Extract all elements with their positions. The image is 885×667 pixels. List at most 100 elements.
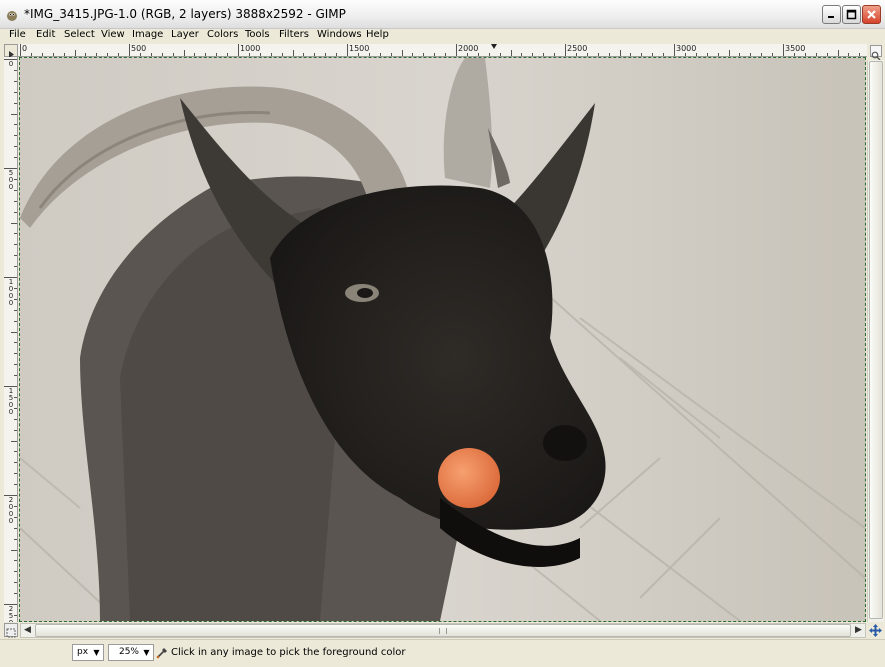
horizontal-scroll-thumb[interactable] bbox=[35, 624, 851, 637]
ruler-minor-tick bbox=[793, 53, 795, 56]
horizontal-scroll-row: ◀ ▶ bbox=[0, 622, 885, 639]
ruler-minor-tick bbox=[717, 53, 719, 56]
ruler-minor-tick bbox=[303, 53, 305, 56]
zoom-selector[interactable]: 25% ▼ bbox=[108, 644, 154, 661]
ruler-minor-tick bbox=[608, 53, 610, 56]
scroll-grip bbox=[439, 628, 447, 634]
ruler-minor-tick bbox=[499, 53, 501, 56]
ruler-minor-tick bbox=[11, 549, 17, 551]
ruler-major-tick bbox=[129, 44, 130, 56]
title-bar[interactable]: *IMG_3415.JPG-1.0 (RGB, 2 layers) 3888x2… bbox=[0, 0, 885, 29]
ruler-minor-tick bbox=[586, 53, 588, 56]
goat-photo bbox=[20, 58, 865, 621]
menu-edit[interactable]: Edit bbox=[36, 29, 55, 40]
ruler-minor-tick bbox=[401, 50, 403, 56]
ruler-minor-tick bbox=[14, 353, 17, 355]
ruler-minor-tick bbox=[14, 614, 17, 616]
quick-mask-toggle[interactable] bbox=[4, 623, 18, 638]
ruler-minor-tick bbox=[139, 53, 141, 56]
horizontal-scrollbar[interactable]: ◀ ▶ bbox=[20, 623, 866, 638]
ruler-minor-tick bbox=[63, 53, 65, 56]
ruler-minor-tick bbox=[772, 53, 774, 56]
carrot bbox=[438, 448, 500, 508]
scroll-left-arrow[interactable]: ◀ bbox=[21, 624, 34, 637]
ruler-minor-tick bbox=[205, 53, 207, 56]
scroll-right-arrow[interactable]: ▶ bbox=[852, 624, 865, 637]
status-message: Click in any image to pick the foregroun… bbox=[171, 647, 406, 658]
ruler-minor-tick bbox=[379, 53, 381, 56]
maximize-button[interactable] bbox=[842, 5, 861, 24]
ruler-label: 2000 bbox=[458, 44, 479, 53]
ruler-minor-tick bbox=[14, 102, 17, 104]
minimize-icon bbox=[828, 16, 834, 18]
menu-bar: File Edit Select View Image Layer Colors… bbox=[0, 29, 885, 44]
menu-layer[interactable]: Layer bbox=[171, 29, 199, 40]
ruler-minor-tick bbox=[172, 53, 174, 56]
unit-selector[interactable]: px ▼ bbox=[72, 644, 104, 661]
ruler-minor-tick bbox=[74, 50, 76, 56]
ruler-minor-tick bbox=[150, 53, 152, 56]
status-bar: px ▼ 25% ▼ Click in any image to pick th… bbox=[0, 639, 885, 667]
menu-image[interactable]: Image bbox=[132, 29, 163, 40]
ruler-minor-tick bbox=[739, 53, 741, 56]
zoom-image-toggle[interactable] bbox=[870, 45, 882, 61]
ruler-minor-tick bbox=[30, 53, 32, 56]
ruler-minor-tick bbox=[41, 53, 43, 56]
ruler-minor-tick bbox=[423, 53, 425, 56]
ruler-minor-tick bbox=[630, 53, 632, 56]
ruler-minor-tick bbox=[14, 429, 17, 431]
close-icon bbox=[867, 10, 876, 19]
vertical-scroll-thumb[interactable] bbox=[869, 61, 883, 619]
menu-select[interactable]: Select bbox=[64, 29, 95, 40]
ruler-minor-tick bbox=[14, 527, 17, 529]
ruler-minor-tick bbox=[390, 53, 392, 56]
ruler-minor-tick bbox=[281, 53, 283, 56]
menu-filters[interactable]: Filters bbox=[279, 29, 309, 40]
ruler-minor-tick bbox=[11, 113, 17, 115]
ruler-label: 0 bbox=[8, 60, 14, 68]
ruler-minor-tick bbox=[14, 342, 17, 344]
ruler-minor-tick bbox=[521, 53, 523, 56]
zoom-value: 25% bbox=[118, 647, 139, 657]
ruler-minor-tick bbox=[314, 53, 316, 56]
ruler-minor-tick bbox=[14, 178, 17, 180]
ruler-minor-tick bbox=[14, 233, 17, 235]
ruler-minor-tick bbox=[11, 440, 17, 442]
ruler-label: 1500 bbox=[8, 387, 14, 416]
ruler-minor-tick bbox=[292, 50, 294, 56]
ruler-minor-tick bbox=[118, 53, 120, 56]
ruler-minor-tick bbox=[826, 53, 828, 56]
ruler-minor-tick bbox=[336, 53, 338, 56]
ruler-minor-tick bbox=[477, 53, 479, 56]
ruler-label: 0 bbox=[22, 44, 28, 53]
ruler-label: 1000 bbox=[240, 44, 261, 53]
ruler-minor-tick bbox=[706, 53, 708, 56]
menu-help[interactable]: Help bbox=[366, 29, 389, 40]
menu-file[interactable]: File bbox=[9, 29, 26, 40]
menu-colors[interactable]: Colors bbox=[207, 29, 238, 40]
ruler-minor-tick bbox=[652, 53, 654, 56]
image-menu-button[interactable] bbox=[4, 44, 18, 58]
close-button[interactable] bbox=[862, 5, 881, 24]
ruler-minor-tick bbox=[14, 80, 17, 82]
minimize-button[interactable] bbox=[822, 5, 841, 24]
ruler-minor-tick bbox=[85, 53, 87, 56]
ruler-minor-tick bbox=[161, 53, 163, 56]
image-canvas[interactable] bbox=[19, 57, 866, 622]
ruler-minor-tick bbox=[14, 462, 17, 464]
ruler-minor-tick bbox=[227, 53, 229, 56]
ruler-minor-tick bbox=[434, 53, 436, 56]
navigate-icon[interactable] bbox=[868, 623, 883, 638]
horizontal-ruler[interactable]: 0 500 1000 1500 2000 2500 3000 3500 bbox=[18, 44, 867, 57]
ruler-label: 500 bbox=[131, 44, 147, 53]
ruler-minor-tick bbox=[804, 53, 806, 56]
menu-view[interactable]: View bbox=[101, 29, 125, 40]
window-title: *IMG_3415.JPG-1.0 (RGB, 2 layers) 3888x2… bbox=[24, 7, 346, 21]
ruler-minor-tick bbox=[510, 50, 512, 56]
menu-windows[interactable]: Windows bbox=[317, 29, 362, 40]
vertical-scrollbar[interactable] bbox=[867, 60, 884, 622]
vertical-ruler[interactable]: 05001000150020002500 bbox=[4, 57, 18, 622]
color-picker-icon bbox=[156, 648, 167, 659]
ruler-minor-tick bbox=[14, 375, 17, 377]
menu-tools[interactable]: Tools bbox=[245, 29, 270, 40]
